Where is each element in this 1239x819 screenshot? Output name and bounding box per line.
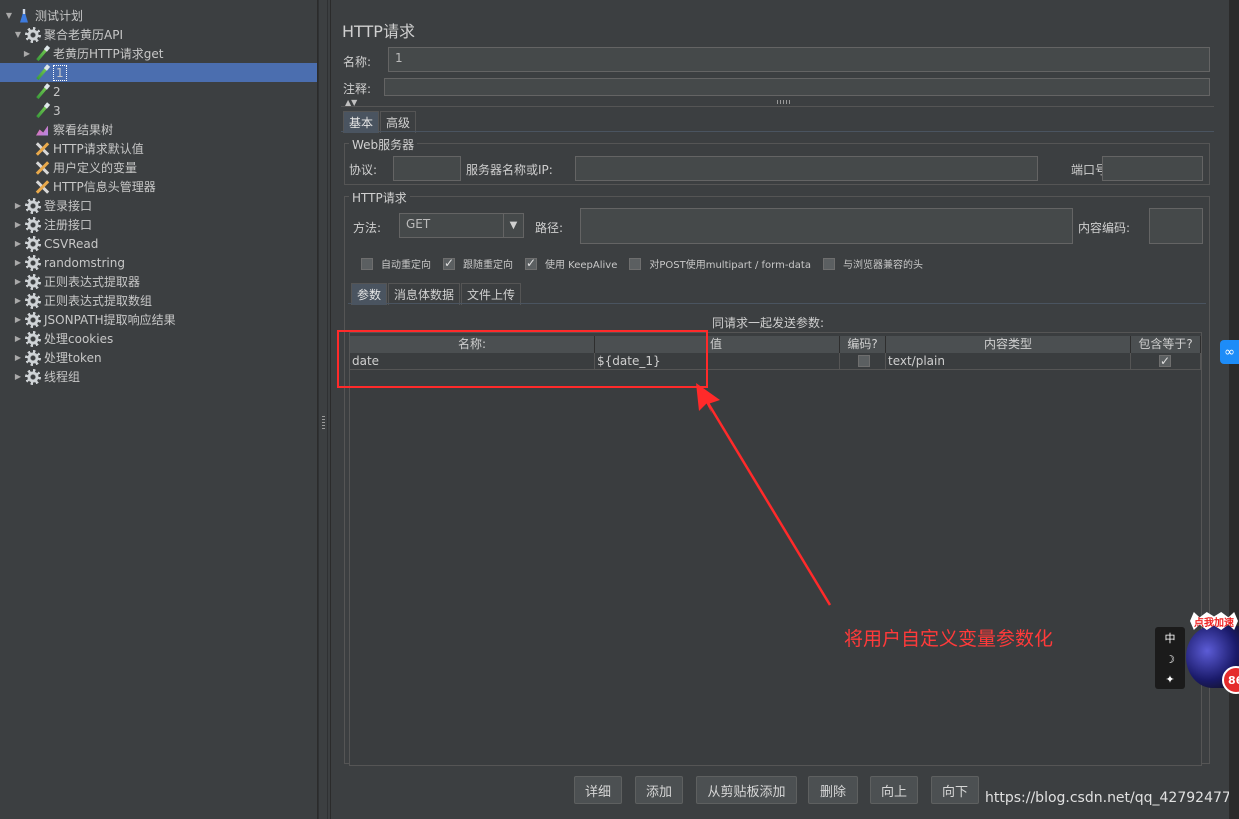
ime-toolbar[interactable]: 中 ☽ ✦ <box>1155 627 1185 689</box>
speed-count-badge: 86 <box>1222 666 1239 694</box>
link-icon[interactable]: ∞ <box>1220 340 1239 364</box>
annotation-note: 将用户自定义变量参数化 <box>844 628 1054 650</box>
speed-up-widget[interactable]: 点我加速 86 <box>1186 612 1239 694</box>
shirt-icon[interactable]: ✦ <box>1165 673 1174 686</box>
annotation-arrow-icon <box>696 383 832 606</box>
ime-mode-char[interactable]: 中 <box>1165 630 1176 646</box>
window-edge <box>1229 0 1239 819</box>
watermark: https://blog.csdn.net/qq_42792477 <box>985 790 1231 806</box>
moon-icon[interactable]: ☽ <box>1165 653 1175 666</box>
